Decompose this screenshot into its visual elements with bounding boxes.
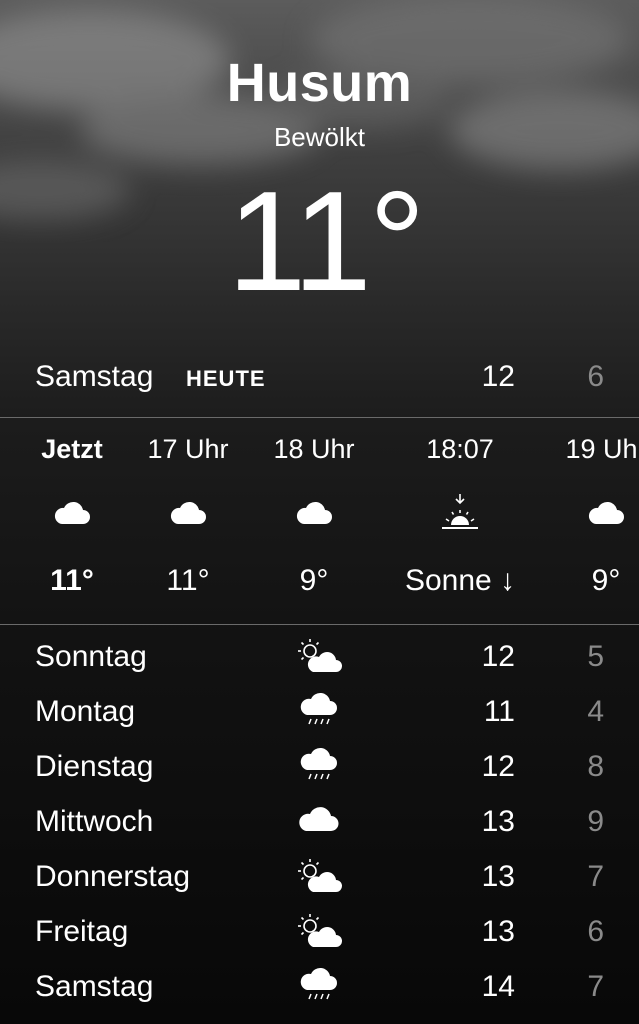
daily-low: 8: [587, 750, 604, 783]
partly-cloudy-icon: [298, 914, 342, 947]
daily-row: Samstag 14 7: [0, 966, 639, 1020]
hourly-time: 17 Uhr: [147, 434, 229, 464]
partly-cloudy-icon: [298, 639, 342, 672]
cloud-icon: [7, 498, 137, 534]
daily-high: 12: [481, 750, 515, 783]
cloud-icon: [249, 498, 379, 534]
hourly-time: 18:07: [426, 434, 494, 464]
rain-cloud-icon: [300, 747, 337, 780]
hourly-time: 19 Uhr: [565, 434, 639, 464]
daily-high: 13: [481, 805, 515, 838]
daily-high: 11: [483, 695, 515, 728]
daily-day-name: Donnerstag: [35, 860, 191, 893]
rain-cloud-icon: [300, 692, 337, 725]
city-name: Husum: [226, 53, 413, 113]
current-condition: Bewölkt: [273, 122, 366, 152]
daily-row: Montag 11 4: [0, 691, 639, 745]
daily-row: Donnerstag 13 7: [0, 856, 639, 910]
hourly-time: 18 Uhr: [273, 434, 355, 464]
today-badge: HEUTE: [186, 366, 266, 391]
daily-day-name: Freitag: [35, 915, 129, 948]
cloud-icon: [541, 498, 639, 534]
divider-bottom: [0, 624, 639, 625]
daily-day-name: Samstag: [35, 970, 154, 1003]
daily-low: 7: [587, 860, 604, 893]
hourly-temp: 9°: [299, 564, 329, 597]
hourly-time: Jetzt: [41, 434, 103, 464]
hourly-temp: 11°: [50, 564, 94, 597]
hourly-temp: 9°: [591, 564, 621, 597]
today-day-name: Samstag: [35, 360, 154, 393]
daily-low: 4: [587, 695, 604, 728]
daily-row: Mittwoch 13 9: [0, 801, 639, 855]
daily-row: Freitag 13 6: [0, 911, 639, 965]
daily-high: 12: [481, 640, 515, 673]
hourly-temp: Sonne ↓: [404, 564, 516, 597]
daily-high: 13: [481, 915, 515, 948]
daily-low: 6: [587, 915, 604, 948]
rain-cloud-icon: [300, 967, 337, 1000]
sunset-icon: [395, 492, 525, 529]
hourly-temp: 11°: [166, 564, 210, 597]
daily-high: 14: [481, 970, 515, 1003]
today-high: 12: [481, 360, 515, 393]
daily-row: Sonntag 12 5: [0, 636, 639, 690]
divider-top: [0, 417, 639, 418]
hourly-forecast-strip[interactable]: Jetzt 11° 17 Uhr 11° 18 Uhr 9° 18:07 Son…: [0, 420, 639, 622]
daily-day-name: Dienstag: [35, 750, 154, 783]
daily-high: 13: [481, 860, 515, 893]
partly-cloudy-icon: [298, 859, 342, 892]
daily-low: 9: [587, 805, 604, 838]
today-low: 6: [587, 360, 604, 393]
cloud-icon: [123, 498, 253, 534]
daily-low: 7: [587, 970, 604, 1003]
cloud-icon: [299, 807, 339, 831]
current-temperature: 11°: [227, 162, 425, 321]
daily-day-name: Mittwoch: [35, 805, 154, 838]
daily-row: Dienstag 12 8: [0, 746, 639, 800]
daily-low: 5: [587, 640, 604, 673]
daily-day-name: Sonntag: [35, 640, 147, 673]
daily-day-name: Montag: [35, 695, 136, 728]
today-summary-row: Samstag HEUTE 12 6: [0, 356, 639, 400]
